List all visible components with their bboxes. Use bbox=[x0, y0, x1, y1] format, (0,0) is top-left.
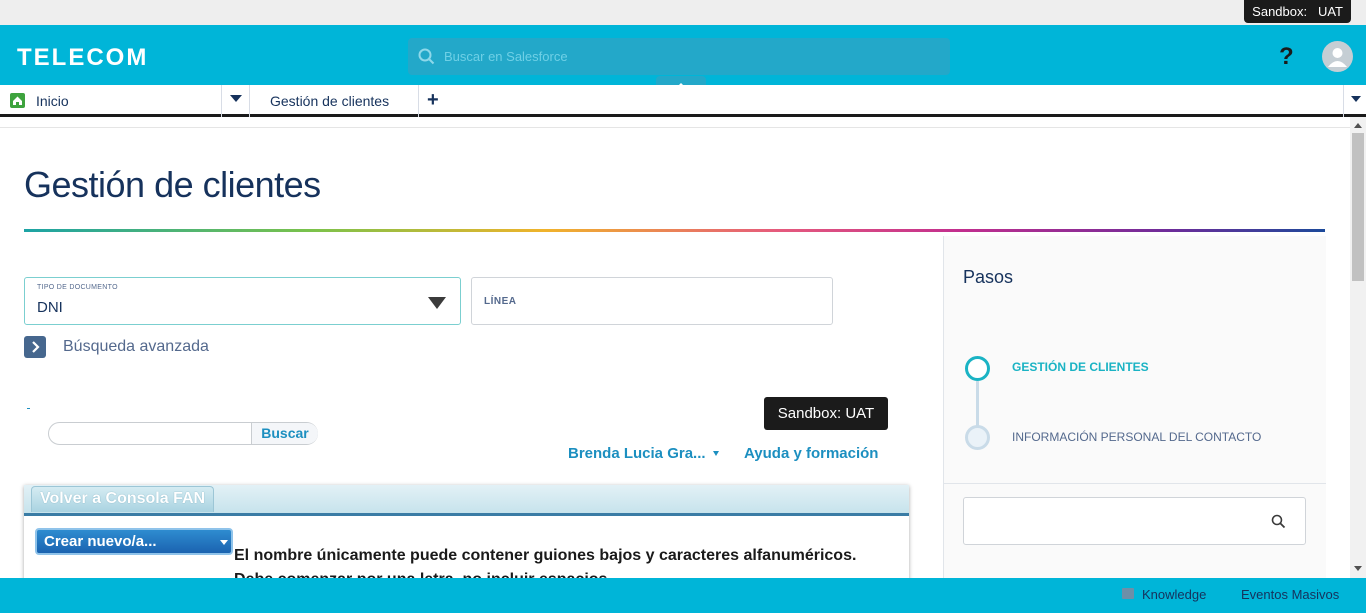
embedded-search-button[interactable]: Buscar bbox=[251, 423, 318, 444]
user-menu-link[interactable]: Brenda Lucia Gra... bbox=[568, 445, 706, 462]
validation-message: El nombre únicamente puede contener guio… bbox=[234, 547, 857, 564]
tab-home[interactable]: Inicio bbox=[0, 85, 222, 117]
line-field-label: LÍNEA bbox=[484, 296, 517, 307]
step-informacion-personal[interactable]: INFORMACIÓN PERSONAL DEL CONTACTO bbox=[1012, 430, 1261, 444]
home-icon bbox=[10, 93, 25, 108]
chevron-down-icon bbox=[220, 540, 228, 545]
subtab-divider bbox=[0, 120, 1350, 128]
sidebar-divider bbox=[943, 483, 1326, 484]
advanced-search-label[interactable]: Búsqueda avanzada bbox=[63, 338, 209, 356]
sidebar-search[interactable] bbox=[963, 497, 1306, 545]
search-icon bbox=[418, 48, 435, 65]
step-indicator-pending bbox=[965, 425, 990, 450]
title-accent-bar bbox=[24, 229, 1325, 232]
scroll-up-icon[interactable] bbox=[1354, 123, 1362, 128]
page-title: Gestión de clientes bbox=[24, 164, 321, 205]
steps-title: Pasos bbox=[963, 267, 1014, 287]
help-icon[interactable]: ? bbox=[1279, 43, 1294, 71]
tab-bar: Inicio Gestión de clientes + bbox=[0, 85, 1366, 117]
separator-mark bbox=[27, 408, 30, 409]
tab-gestion-de-clientes[interactable]: Gestión de clientes bbox=[250, 85, 419, 117]
scroll-down-icon[interactable] bbox=[1354, 566, 1362, 571]
fan-console-tabbar: Volver a Consola FAN bbox=[24, 485, 909, 516]
chevron-down-icon[interactable] bbox=[713, 451, 719, 456]
global-header: TELECOM ? bbox=[0, 25, 1366, 88]
utility-knowledge-label: Knowledge bbox=[1142, 587, 1207, 602]
global-search-input[interactable] bbox=[444, 38, 934, 75]
chevron-right-icon bbox=[32, 341, 40, 353]
step-connector bbox=[976, 381, 979, 427]
back-to-fan-console-tab[interactable]: Volver a Consola FAN bbox=[31, 486, 215, 512]
brand-logo[interactable]: TELECOM bbox=[17, 44, 148, 72]
top-strip bbox=[0, 0, 1366, 25]
step-gestion-de-clientes[interactable]: GESTIÓN DE CLIENTES bbox=[1012, 360, 1149, 374]
utility-bar: Knowledge Eventos Masivos bbox=[0, 578, 1366, 613]
document-type-value: DNI bbox=[37, 299, 63, 316]
sandbox-name: UAT bbox=[1317, 4, 1343, 19]
page-scrollbar[interactable] bbox=[1350, 117, 1366, 578]
tab-gestion-label: Gestión de clientes bbox=[270, 93, 390, 109]
global-search[interactable] bbox=[408, 38, 950, 75]
line-field[interactable]: LÍNEA bbox=[471, 277, 833, 325]
sandbox-badge-embedded: Sandbox: UAT bbox=[764, 397, 888, 430]
scrollbar-thumb[interactable] bbox=[1352, 133, 1364, 281]
user-icon bbox=[1328, 48, 1347, 67]
document-type-label: TIPO DE DOCUMENTO bbox=[37, 284, 118, 291]
utility-knowledge[interactable]: Knowledge bbox=[1122, 587, 1206, 602]
embedded-search-input[interactable] bbox=[55, 425, 245, 443]
advanced-search-toggle[interactable] bbox=[24, 336, 46, 358]
tab-home-label: Inicio bbox=[36, 93, 69, 109]
sandbox-label: Sandbox: bbox=[1252, 4, 1308, 19]
fan-console-panel: Volver a Consola FAN Crear nuevo/a... El… bbox=[24, 485, 909, 588]
avatar[interactable] bbox=[1322, 41, 1353, 72]
tab-overflow-button[interactable] bbox=[1343, 85, 1366, 117]
chevron-down-icon bbox=[1351, 96, 1361, 102]
sandbox-badge-top: Sandbox: UAT bbox=[1244, 0, 1351, 23]
chevron-down-icon bbox=[230, 95, 242, 102]
help-training-link[interactable]: Ayuda y formación bbox=[744, 445, 878, 462]
step-indicator-active bbox=[965, 356, 990, 381]
create-new-button[interactable]: Crear nuevo/a... bbox=[35, 528, 233, 555]
header-collapse-handle[interactable] bbox=[656, 76, 706, 88]
tab-home-menu-button[interactable] bbox=[222, 85, 250, 117]
create-new-label: Crear nuevo/a... bbox=[44, 533, 157, 550]
embedded-search: Buscar bbox=[48, 422, 318, 445]
utility-eventos-masivos[interactable]: Eventos Masivos bbox=[1241, 587, 1339, 602]
dropdown-arrow-icon bbox=[428, 297, 446, 309]
document-type-select[interactable]: TIPO DE DOCUMENTO DNI bbox=[24, 277, 461, 325]
search-icon bbox=[1271, 514, 1286, 529]
add-tab-icon[interactable]: + bbox=[427, 89, 439, 112]
